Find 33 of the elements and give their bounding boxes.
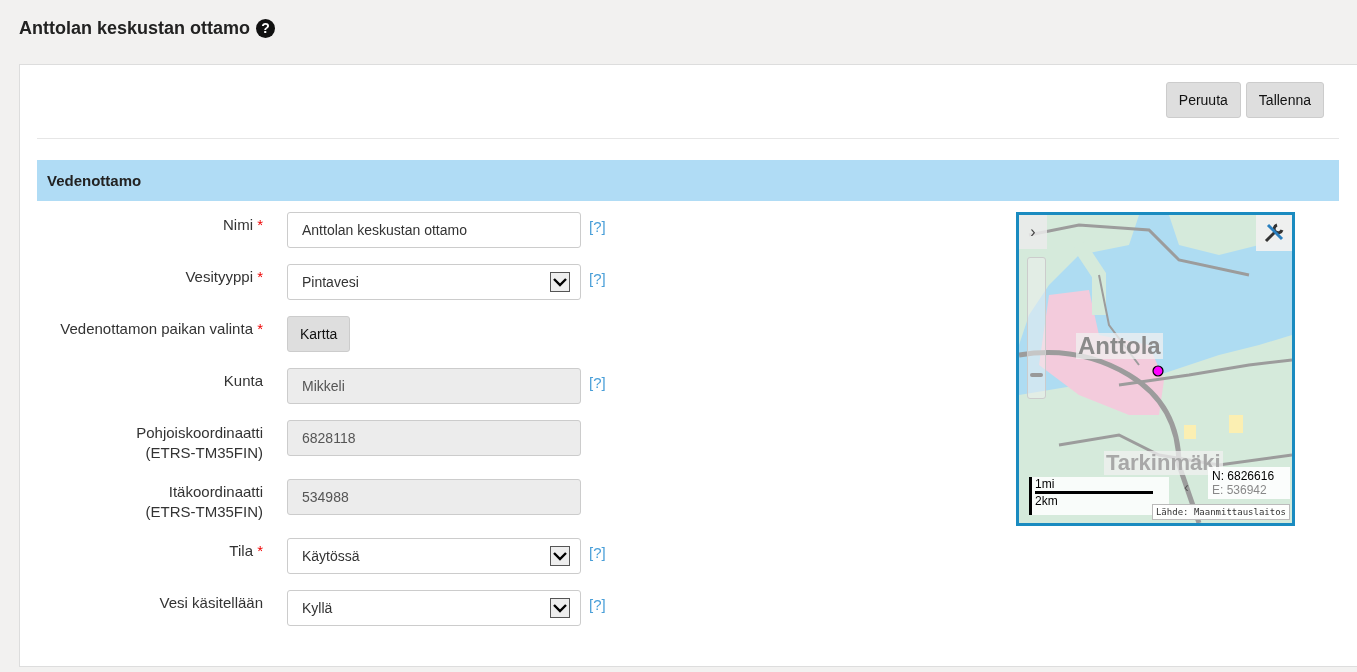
field-label: Tila * bbox=[229, 541, 263, 561]
caret-icon bbox=[550, 546, 570, 566]
tools-icon bbox=[1262, 221, 1286, 245]
caret-icon bbox=[550, 598, 570, 618]
text-field[interactable]: Anttolan keskustan ottamo bbox=[287, 212, 581, 248]
section-header: Vedenottamo bbox=[37, 160, 1339, 201]
help-icon[interactable]: ? bbox=[256, 18, 276, 38]
map-button[interactable]: Kartta bbox=[287, 316, 351, 352]
field-label: Pohjoiskoordinaatti bbox=[136, 423, 263, 443]
action-button[interactable]: Peruuta bbox=[1165, 82, 1241, 118]
scale-label: 1mi bbox=[1035, 477, 1153, 494]
field-label: Vesityyppi * bbox=[185, 267, 263, 287]
field-sublabel: (ETRS-TM35FIN) bbox=[145, 443, 263, 463]
dropdown-field[interactable]: Pintavesi bbox=[287, 264, 581, 300]
field-sublabel: (ETRS-TM35FIN) bbox=[145, 502, 263, 522]
dropdown-field[interactable]: Kyllä bbox=[287, 590, 581, 626]
east-coordinate: E: 536942 bbox=[1212, 483, 1268, 497]
action-button[interactable]: Tallenna bbox=[1245, 82, 1324, 118]
map-source-label: Lähde: Maanmittauslaitos bbox=[1151, 504, 1290, 520]
scale-label: 2km bbox=[1035, 494, 1059, 508]
field-label: Kunta bbox=[223, 371, 263, 391]
caret-icon bbox=[550, 272, 570, 292]
field-label: Itäkoordinaatti bbox=[168, 482, 263, 502]
field-label: Nimi * bbox=[223, 215, 263, 235]
field-label: Vesi käsitellään bbox=[159, 593, 263, 613]
field-label: Vedenottamon paikan valinta * bbox=[60, 319, 263, 339]
expand-button[interactable]: › bbox=[1019, 215, 1047, 249]
page-title: Anttolan keskustan ottamo bbox=[19, 17, 251, 39]
tools-button[interactable] bbox=[1256, 215, 1292, 251]
zoom-slider[interactable] bbox=[1027, 257, 1046, 399]
map-place-label: Anttola bbox=[1076, 333, 1163, 359]
dropdown-field[interactable]: Käytössä bbox=[287, 538, 581, 574]
zoom-slider-thumb[interactable] bbox=[1030, 373, 1043, 377]
